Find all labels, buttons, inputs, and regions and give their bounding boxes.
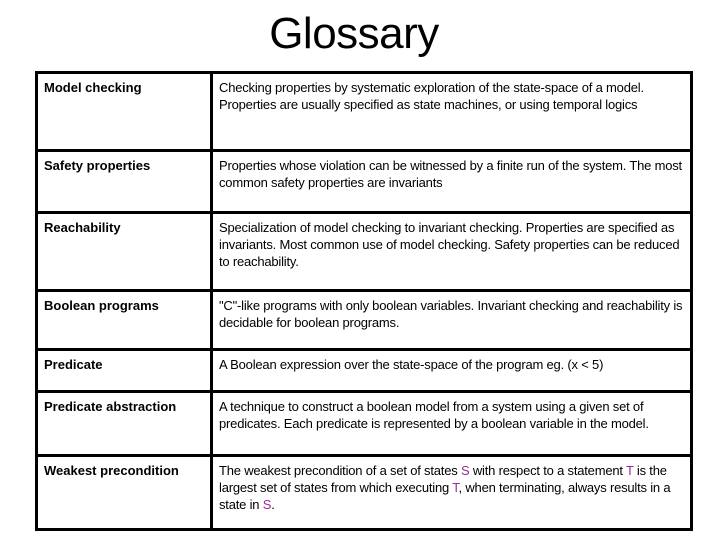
term-cell: Safety properties — [35, 149, 213, 214]
definition-text: . — [271, 497, 275, 512]
term-cell: Model checking — [35, 71, 213, 152]
table-row: Predicate abstraction A technique to con… — [35, 390, 693, 457]
table-row: Weakest precondition The weakest precond… — [35, 454, 693, 531]
term-cell: Reachability — [35, 211, 213, 292]
highlighted-symbol: S — [262, 497, 272, 512]
definition-cell: Specialization of model checking to inva… — [210, 211, 693, 292]
definition-cell: "C"-like programs with only boolean vari… — [210, 289, 693, 351]
term-cell: Predicate abstraction — [35, 390, 213, 457]
glossary-table: Model checking Checking properties by sy… — [35, 71, 693, 531]
definition-cell: Properties whose violation can be witnes… — [210, 149, 693, 214]
page-title: Glossary — [269, 9, 439, 58]
table-row: Boolean programs "C"-like programs with … — [35, 289, 693, 351]
definition-text: The weakest precondition of a set of sta… — [219, 463, 461, 478]
definition-text: with respect to a statement — [469, 463, 626, 478]
table-row: Reachability Specialization of model che… — [35, 211, 693, 292]
term-cell: Predicate — [35, 348, 213, 393]
term-cell: Boolean programs — [35, 289, 213, 351]
definition-cell: The weakest precondition of a set of sta… — [210, 454, 693, 531]
table-row: Safety properties Properties whose viola… — [35, 149, 693, 214]
table-row: Model checking Checking properties by sy… — [35, 71, 693, 152]
definition-cell: A technique to construct a boolean model… — [210, 390, 693, 457]
term-cell: Weakest precondition — [35, 454, 213, 531]
definition-cell: A Boolean expression over the state-spac… — [210, 348, 693, 393]
definition-cell: Checking properties by systematic explor… — [210, 71, 693, 152]
highlighted-symbol: T — [625, 463, 634, 478]
table-row: Predicate A Boolean expression over the … — [35, 348, 693, 393]
